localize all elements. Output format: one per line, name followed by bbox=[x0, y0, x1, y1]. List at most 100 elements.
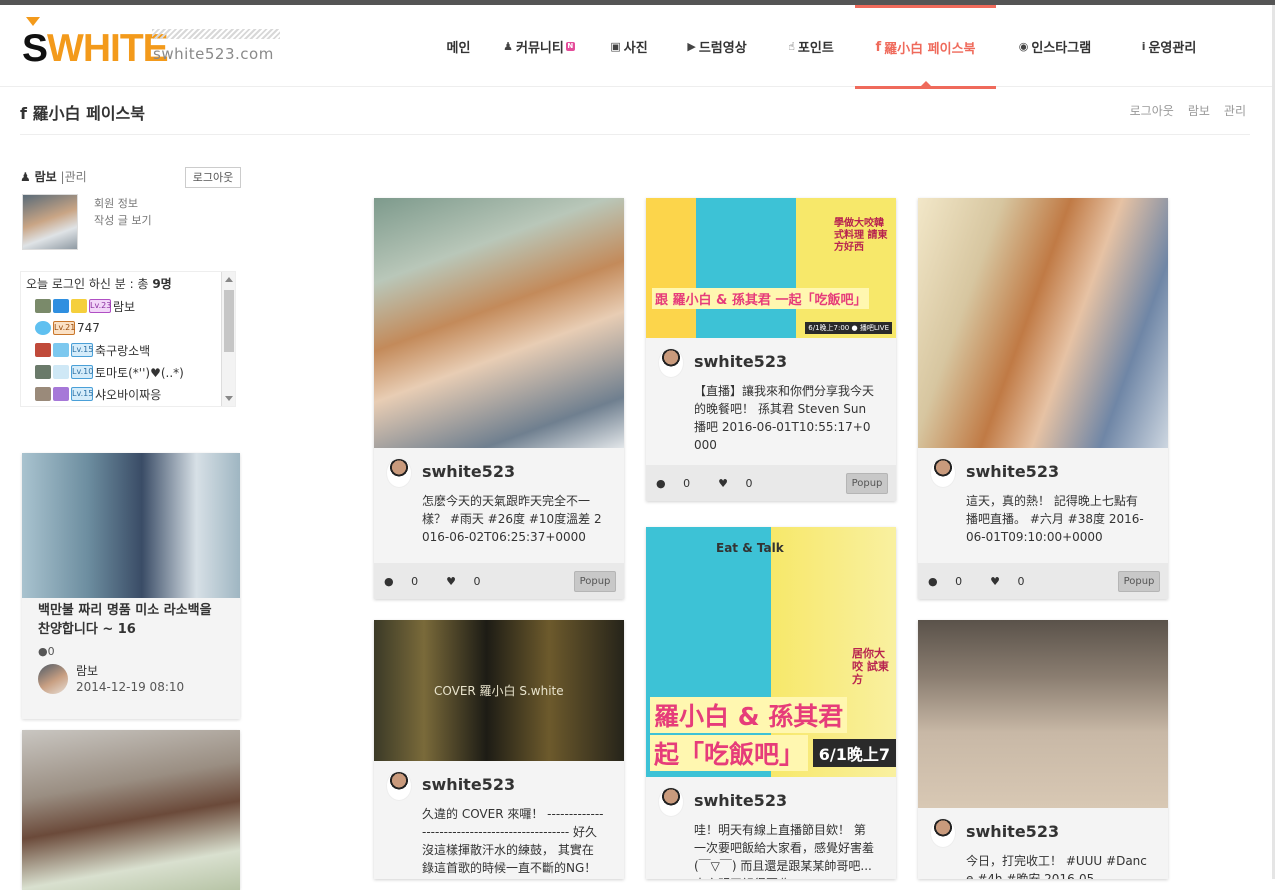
nav-points[interactable]: ☝ 포인트 bbox=[767, 5, 855, 87]
post-text: 哇！明天有線上直播節目欸！ 第一次要吧飯給大家看，感覺好害羞(￣▽￣) 而且還是… bbox=[694, 823, 875, 879]
post-title[interactable]: 백만불 짜리 명품 미소 라소백을 찬양합니다 ~ 16 bbox=[22, 598, 240, 639]
nav-drum-videos[interactable]: ▶ 드럼영상 bbox=[667, 5, 767, 87]
comments-icon: ● bbox=[928, 575, 938, 588]
author-avatar[interactable] bbox=[658, 787, 684, 817]
nav-main[interactable]: 메인 bbox=[430, 5, 487, 87]
author-avatar[interactable] bbox=[38, 664, 68, 694]
author-name[interactable]: swhite523 bbox=[966, 462, 1059, 481]
author-avatar[interactable] bbox=[930, 818, 956, 848]
post-stats: ● 0 ♥ 0 bbox=[928, 575, 1052, 588]
nav-admin[interactable]: i 운영관리 bbox=[1114, 5, 1224, 87]
post-text: 怎麽今天的天氣跟昨天完全不一樣？ #雨天 #26度 #10度溫差 2016-06… bbox=[422, 494, 602, 544]
user-photo-icon bbox=[35, 387, 51, 401]
post-stats: ● 0 ♥ 0 bbox=[384, 575, 508, 588]
scroll-down-icon[interactable] bbox=[225, 396, 233, 401]
scroll-thumb[interactable] bbox=[224, 290, 234, 352]
my-posts-link[interactable]: 작성 글 보기 bbox=[94, 212, 152, 229]
online-user-row[interactable]: Lv.15 축구랑소백 bbox=[35, 340, 150, 360]
post-photo[interactable]: COVER 羅小白 S.white bbox=[374, 620, 624, 761]
logout-button[interactable]: 로그아웃 bbox=[185, 167, 241, 188]
like-count: ♥ 0 bbox=[446, 575, 481, 588]
member-info-link[interactable]: 회원 정보 bbox=[94, 195, 152, 212]
feed-card[interactable]: COVER 羅小白 S.white swhite523 久違的 COVER 來囉… bbox=[374, 620, 624, 879]
page-title-bar: f 羅小白 페이스북 로그아웃 람보 관리 bbox=[20, 88, 1250, 135]
online-users-title: 오늘 로그인 하신 분 : 총 9명 bbox=[26, 277, 172, 291]
logo-stripe bbox=[152, 29, 280, 39]
sidebar-post-card[interactable] bbox=[22, 730, 240, 890]
post-photo[interactable] bbox=[374, 198, 624, 448]
user-photo-icon bbox=[35, 365, 51, 379]
banner-main: 羅小白 & 孫其君 bbox=[650, 697, 848, 733]
post-photo[interactable] bbox=[22, 453, 240, 598]
post-author: swhite523 bbox=[374, 761, 624, 801]
post-author: swhite523 bbox=[646, 777, 896, 817]
post-text: 這天，真的熱！ 記得晚上七點有播吧直播。 #六月 #38度 2016-06-01… bbox=[966, 494, 1144, 544]
nav-facebook[interactable]: f 羅小白 페이스북 bbox=[855, 5, 996, 89]
online-user-row[interactable]: Lv.23 람보 bbox=[35, 296, 135, 316]
banner-time: 6/1晚上7 bbox=[812, 739, 896, 767]
level-badge: Lv.15 bbox=[71, 343, 93, 357]
author-name[interactable]: swhite523 bbox=[422, 775, 515, 794]
avatar[interactable] bbox=[22, 194, 78, 250]
popup-button[interactable]: Popup bbox=[846, 473, 888, 494]
scroll-up-icon[interactable] bbox=[225, 277, 233, 282]
sidebar-post-card[interactable]: 백만불 짜리 명품 미소 라소백을 찬양합니다 ~ 16 ●0 람보 2014-… bbox=[22, 453, 240, 719]
author-name[interactable]: swhite523 bbox=[422, 462, 515, 481]
logout-link[interactable]: 로그아웃 bbox=[1130, 102, 1174, 119]
e-icon bbox=[53, 299, 69, 313]
banner-sub: 起「吃飯吧」 bbox=[650, 735, 809, 771]
video-icon: ▶ bbox=[687, 39, 696, 53]
feed-card[interactable]: Eat & Talk 居你大咬 試東方 羅小白 & 孫其君 起「吃飯吧」 6/1… bbox=[646, 527, 896, 879]
comment-count: ● 0 bbox=[384, 575, 419, 588]
author-avatar[interactable] bbox=[658, 348, 684, 378]
site-logo[interactable]: SWHITE swhite523.com bbox=[22, 17, 282, 71]
author-name[interactable]: swhite523 bbox=[694, 791, 787, 810]
nav-photos[interactable]: ▣ 사진 bbox=[591, 5, 667, 87]
popup-button[interactable]: Popup bbox=[574, 571, 616, 592]
online-list-scrollbar[interactable] bbox=[221, 272, 235, 406]
heart-icon: ♥ bbox=[718, 477, 728, 490]
online-user-row[interactable]: Lv.15 샤오바이짜응 bbox=[35, 384, 161, 404]
post-photo[interactable] bbox=[918, 198, 1168, 448]
page-title: f 羅小白 페이스북 bbox=[20, 104, 145, 123]
facebook-icon: f bbox=[875, 40, 882, 55]
like-count: ♥ 0 bbox=[990, 575, 1025, 588]
user-name[interactable]: 람보 bbox=[35, 170, 57, 184]
online-user-row[interactable]: Lv.10 토마토(*'')♥(..*) bbox=[35, 362, 184, 382]
author-name[interactable]: swhite523 bbox=[966, 822, 1059, 841]
banner-tag: Eat & Talk bbox=[716, 541, 784, 555]
online-user-row[interactable]: Lv.21 747 bbox=[35, 318, 100, 338]
member-links: 회원 정보 작성 글 보기 bbox=[94, 195, 152, 229]
feed-card[interactable]: swhite523 這天，真的熱！ 記得晚上七點有播吧直播。 #六月 #38度 … bbox=[918, 198, 1168, 599]
post-banner[interactable]: Eat & Talk 居你大咬 試東方 羅小白 & 孫其君 起「吃飯吧」 6/1… bbox=[646, 527, 896, 777]
nav-instagram[interactable]: ◉ 인스타그램 bbox=[996, 5, 1114, 87]
emoji-icon bbox=[71, 299, 87, 313]
thumbs-up-icon: ☝ bbox=[788, 39, 795, 53]
manage-link[interactable]: 관리 bbox=[1224, 102, 1246, 119]
author-name[interactable]: swhite523 bbox=[694, 352, 787, 371]
nav-community[interactable]: ♟ 커뮤니티 N bbox=[487, 5, 591, 87]
post-author: 람보 2014-12-19 08:10 bbox=[22, 658, 240, 706]
user-link[interactable]: 람보 bbox=[1188, 102, 1210, 119]
author-avatar[interactable] bbox=[386, 458, 412, 488]
banner-side: 居你大咬 試東方 bbox=[852, 647, 889, 686]
star-icon bbox=[53, 343, 69, 357]
manage-link[interactable]: 관리 bbox=[65, 170, 87, 184]
feed-card[interactable]: 跟 羅小白 & 孫其君 一起「吃飯吧」 6/1晚上7:00 ● 播吧LIVE 學… bbox=[646, 198, 896, 501]
feed-card[interactable]: swhite523 怎麽今天的天氣跟昨天完全不一樣？ #雨天 #26度 #10度… bbox=[374, 198, 624, 599]
video-caption: COVER 羅小白 S.white bbox=[434, 684, 564, 698]
post-photo[interactable] bbox=[918, 620, 1168, 808]
popup-button[interactable]: Popup bbox=[1118, 571, 1160, 592]
post-banner[interactable]: 跟 羅小白 & 孫其君 一起「吃飯吧」 6/1晚上7:00 ● 播吧LIVE 學… bbox=[646, 198, 896, 338]
author-avatar[interactable] bbox=[930, 458, 956, 488]
site-header: SWHITE swhite523.com 메인 ♟ 커뮤니티 N ▣ 사진 ▶ 드럼영상… bbox=[0, 5, 1272, 89]
post-author: swhite523 bbox=[374, 448, 624, 488]
comment-count: ● 0 bbox=[656, 477, 691, 490]
heart-icon bbox=[35, 321, 51, 335]
image-icon: ▣ bbox=[610, 39, 621, 53]
feed-card[interactable]: swhite523 今日，打完收工！ #UUU #Dance #4h #晚安 2… bbox=[918, 620, 1168, 879]
author-name[interactable]: 람보 bbox=[76, 662, 98, 679]
post-photo[interactable] bbox=[22, 730, 240, 890]
comment-count: ● 0 bbox=[928, 575, 963, 588]
author-avatar[interactable] bbox=[386, 771, 412, 801]
